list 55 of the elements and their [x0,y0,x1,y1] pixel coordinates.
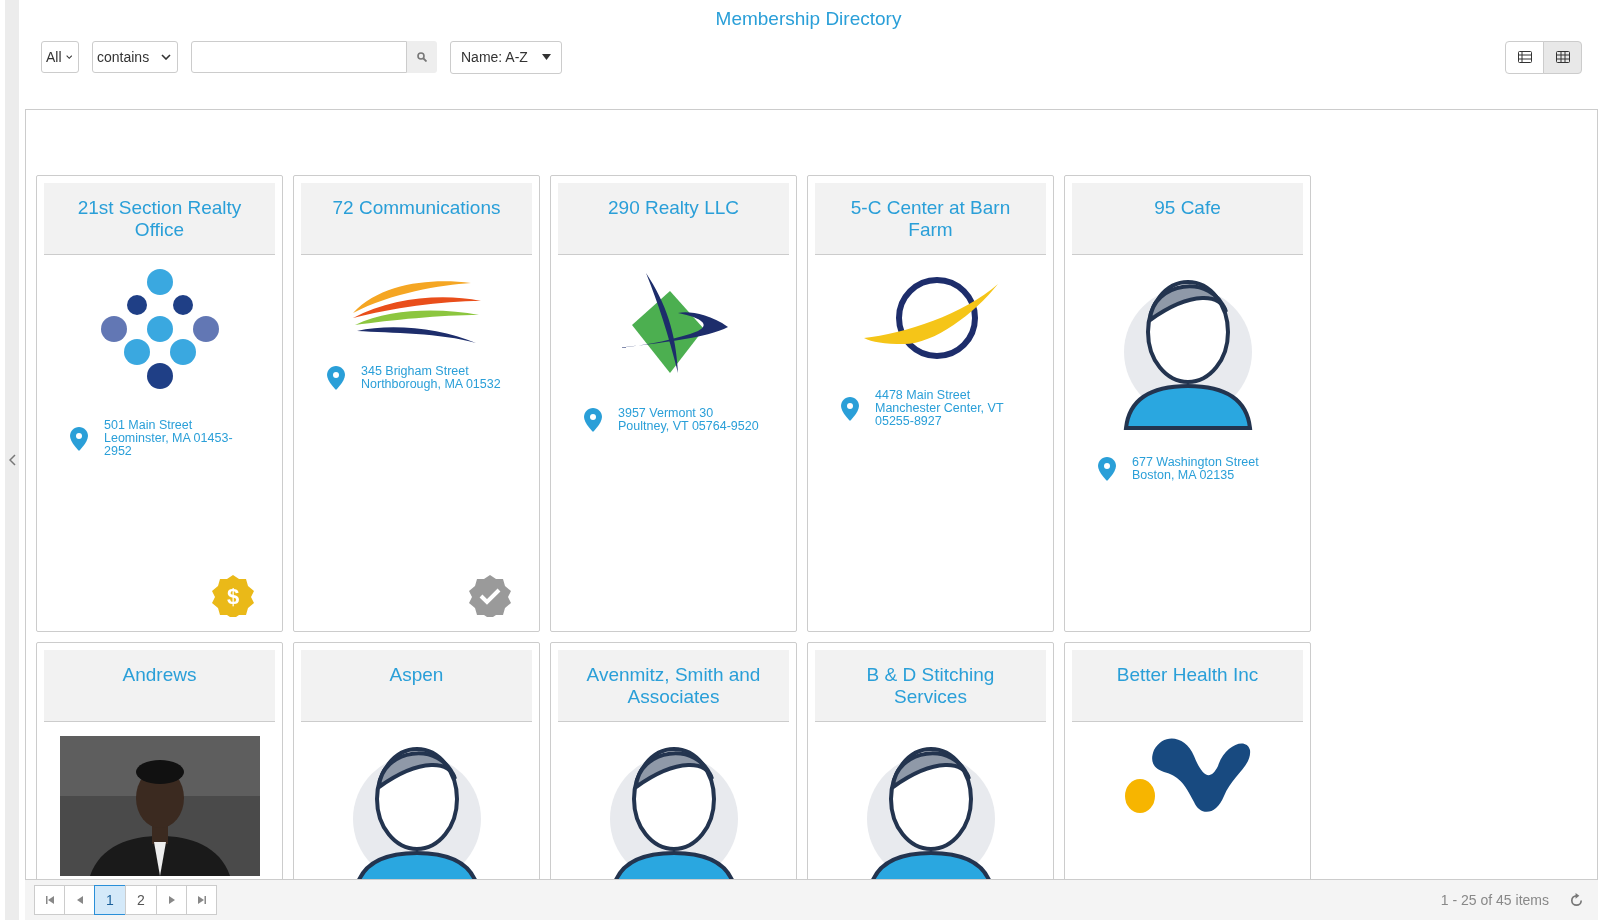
member-name[interactable]: 72 Communications [332,197,501,219]
member-name[interactable]: 95 Cafe [1154,197,1221,219]
member-name[interactable]: Better Health Inc [1116,664,1259,686]
search-button[interactable] [407,41,437,73]
next-page-button[interactable] [156,885,187,915]
last-page-button[interactable] [186,885,217,915]
member-address: 501 Main Street Leominster, MA 01453- 2952 [104,419,233,458]
member-card[interactable]: 72 Communications 345 Brigham Street Northborough, MA 01532 [293,175,540,632]
page-button[interactable]: 2 [125,885,157,915]
map-pin-icon [1098,457,1116,481]
sort-dropdown[interactable]: Name: A-Z [450,40,562,74]
member-card[interactable]: Better Health Inc [1064,642,1311,879]
previous-page-icon [75,896,84,904]
member-name[interactable]: 290 Realty LLC [608,197,739,219]
member-address: 677 Washington Street Boston, MA 02135 [1132,456,1259,482]
member-name[interactable]: 21st Section Realty Office [64,197,255,241]
page-title: Membership Directory [714,7,903,31]
list-view-icon [1517,51,1532,63]
map-pin-icon [584,408,602,432]
member-card[interactable]: 21st Section Realty Office 501 Main Street Leominster, MA 01453- 2952 $ [36,175,283,632]
member-card[interactable]: 5-C Center at Barn Farm 4478 Main Street Manchester Center, VT 05255-8927 [807,175,1054,632]
member-name[interactable]: 5-C Center at Barn Farm [835,197,1026,241]
view-toggle-button[interactable] [1543,40,1582,74]
member-address: 4478 Main Street Manchester Center, VT 05255-8927 [875,389,1004,428]
member-name[interactable]: Andrews [122,664,197,686]
search-field[interactable] [191,41,407,73]
caret-icon [65,54,72,60]
last-page-icon [197,896,206,904]
dollar-badge-icon: $ [212,575,254,617]
map-pin-icon [841,396,859,421]
caret-icon [541,54,551,60]
scope-select[interactable]: All [41,41,79,73]
grid-view-icon [1555,51,1570,63]
match-select[interactable]: contains [92,41,178,73]
chevron-left-icon [8,454,16,466]
member-address: 345 Brigham Street Northborough, MA 01532 [361,365,501,391]
previous-page-button[interactable] [64,885,95,915]
search-icon [417,52,427,62]
next-page-icon [167,896,176,904]
first-page-icon [45,896,54,904]
member-name[interactable]: Avenmitz, Smith and Associates [578,664,769,708]
map-pin-icon [327,366,345,390]
member-card[interactable]: 290 Realty LLC 3957 Vermont 30 Poultney, VT 05764-9520 [550,175,797,632]
check-badge-icon [469,575,511,617]
refresh-icon[interactable] [1569,892,1584,908]
map-pin-icon [70,426,88,451]
first-page-button[interactable] [34,885,65,915]
member-name[interactable]: B & D Stitching Services [835,664,1026,708]
page-button[interactable]: 1 [94,885,126,915]
items-summary: 1 - 25 of 45 items [1440,892,1549,908]
member-name[interactable]: Aspen [389,664,444,686]
member-card[interactable]: 95 Cafe 677 Washington Street Boston, MA 02135 [1064,175,1311,632]
caret-icon [161,54,171,60]
member-address: 3957 Vermont 30 Poultney, VT 05764-9520 [618,407,759,433]
view-toggle-button[interactable] [1505,40,1544,74]
